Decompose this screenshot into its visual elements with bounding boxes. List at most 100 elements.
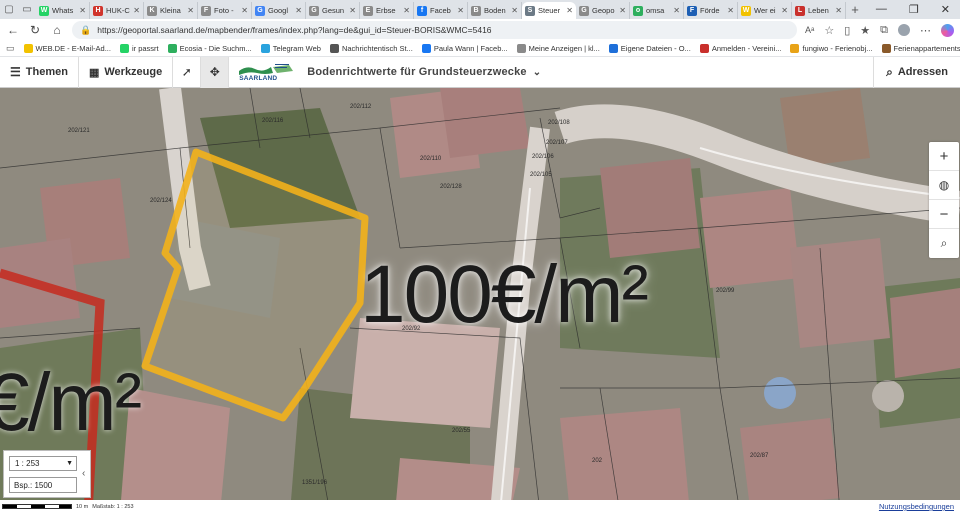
scale-input-placeholder: Bsp.: 1500 <box>14 480 53 490</box>
tab-close-icon[interactable]: ✕ <box>511 6 518 15</box>
workspaces-icon[interactable]: ▢ <box>0 0 18 19</box>
tab-title: Whats <box>52 6 74 15</box>
lock-icon: 🔒 <box>80 24 92 35</box>
close-window-icon[interactable]: ✕ <box>941 3 950 16</box>
bookmark-favicon-icon <box>167 44 177 53</box>
locate-button[interactable]: ◍ <box>929 171 959 200</box>
bookmark-favicon-icon <box>329 44 339 53</box>
bookmark-label: WEB.DE - E-Mail-Ad... <box>35 44 111 53</box>
browser-tab[interactable]: F Foto - ✕ <box>198 2 252 19</box>
tab-favicon-icon: B <box>471 5 481 16</box>
tab-close-icon[interactable]: ✕ <box>187 6 194 15</box>
browser-tab[interactable]: H HUK-C ✕ <box>90 2 144 19</box>
scale-input[interactable]: Bsp.: 1500 <box>9 477 77 493</box>
browser-tab[interactable]: E Erbse ✕ <box>360 2 414 19</box>
browser-tab[interactable]: F Förde ✕ <box>684 2 738 19</box>
restore-icon[interactable]: ❐ <box>909 3 919 16</box>
browser-tab[interactable]: f Faceb ✕ <box>414 2 468 19</box>
bookmark-label: fungiwo - Ferienobj... <box>802 44 873 53</box>
tab-title: Foto - <box>214 6 234 15</box>
tab-favicon-icon: F <box>687 5 697 16</box>
plot-number-label: 202/99 <box>716 288 735 294</box>
bookmark-item[interactable]: Paula Wann | Faceb... <box>421 44 508 53</box>
tab-close-icon[interactable]: ✕ <box>781 6 788 15</box>
bookmark-item[interactable]: Anmelden - Vereini... <box>699 44 781 53</box>
bookmark-item[interactable]: ir passrt <box>119 44 159 53</box>
browser-tab[interactable]: S Steuer ✕ <box>522 2 576 19</box>
tab-title: Erbse <box>376 6 396 15</box>
app-toolbar: ☰ Themen ▦ Werkzeuge ➚ ✥ SAARLAND Bodenr… <box>0 56 960 88</box>
new-tab-button[interactable]: + <box>846 0 864 19</box>
scale-select[interactable]: 1 : 253 ▼ <box>9 456 77 471</box>
bookmark-label: ir passrt <box>131 44 159 53</box>
tab-close-icon[interactable]: ✕ <box>133 6 140 15</box>
plot-number-label: 202 <box>592 458 603 464</box>
zoom-in-button[interactable]: + <box>929 142 959 171</box>
tab-close-icon[interactable]: ✕ <box>566 6 573 15</box>
tab-close-icon[interactable]: ✕ <box>79 6 86 15</box>
bookmark-item[interactable]: Telegram Web <box>260 44 321 53</box>
browser-tab[interactable]: K Kleina ✕ <box>144 2 198 19</box>
collapse-panel-icon[interactable]: ‹ <box>82 468 85 479</box>
bookmark-item[interactable]: Eigene Dateien - O... <box>608 44 691 53</box>
tab-close-icon[interactable]: ✕ <box>349 6 356 15</box>
browser-tab[interactable]: G Googl ✕ <box>252 2 306 19</box>
bookmark-label: Eigene Dateien - O... <box>620 44 691 53</box>
collections-icon[interactable]: ⧉ <box>880 24 888 37</box>
plot-number-label: 202/116 <box>262 118 284 124</box>
profile-icon[interactable] <box>898 24 910 36</box>
select-pointer-button[interactable]: ➚ <box>173 56 202 88</box>
url-field[interactable]: 🔒 https://geoportal.saarland.de/mapbende… <box>72 21 797 39</box>
themes-button[interactable]: ☰ Themen <box>0 56 79 88</box>
plot-number-label: 202/110 <box>420 156 442 162</box>
browser-tab[interactable]: W Whats ✕ <box>36 2 90 19</box>
pan-button[interactable]: ✥ <box>201 56 230 88</box>
address-search-button[interactable]: ⌕ Adressen <box>873 56 960 88</box>
browser-tab[interactable]: o omsa ✕ <box>630 2 684 19</box>
browser-tab[interactable]: G Gesun ✕ <box>306 2 360 19</box>
browser-tab[interactable]: L Leben ✕ <box>792 2 846 19</box>
bookmark-item[interactable]: Ecosia - Die Suchm... <box>167 44 252 53</box>
browser-tab[interactable]: B Boden ✕ <box>468 2 522 19</box>
search-icon: ⌕ <box>886 64 893 79</box>
settings-more-icon[interactable]: ⋯ <box>920 24 931 37</box>
favorites-bar-icon[interactable]: ★ <box>860 24 870 37</box>
tab-close-icon[interactable]: ✕ <box>403 6 410 15</box>
bookmark-item[interactable]: fungiwo - Ferienobj... <box>790 44 873 53</box>
tools-button[interactable]: ▦ Werkzeuge <box>79 56 174 88</box>
browser-tab[interactable]: W Wer ei ✕ <box>738 2 792 19</box>
minimize-icon[interactable]: — <box>876 3 887 16</box>
split-screen-icon[interactable]: ▯ <box>844 24 850 37</box>
favorite-icon[interactable]: ☆ <box>824 24 834 37</box>
tab-close-icon[interactable]: ✕ <box>619 6 626 15</box>
bookmark-item[interactable]: Meine Anzeigen | kl... <box>516 44 600 53</box>
land-value-label: 100€/m² <box>360 249 649 340</box>
tab-close-icon[interactable]: ✕ <box>673 6 680 15</box>
zoom-box-button[interactable]: ⌕ <box>929 229 959 258</box>
back-icon[interactable]: ← <box>6 23 20 37</box>
zoom-out-button[interactable]: − <box>929 200 959 229</box>
tab-favicon-icon: L <box>795 5 805 16</box>
bookmark-folder-icon[interactable]: ▭ <box>6 43 15 54</box>
read-aloud-icon[interactable]: Aᵃ <box>805 25 814 35</box>
tab-close-icon[interactable]: ✕ <box>835 6 842 15</box>
terms-link[interactable]: Nutzungsbedingungen <box>879 502 954 511</box>
tab-close-icon[interactable]: ✕ <box>457 6 464 15</box>
tab-close-icon[interactable]: ✕ <box>295 6 302 15</box>
home-icon[interactable]: ⌂ <box>50 23 64 37</box>
tab-close-icon[interactable]: ✕ <box>241 6 248 15</box>
bookmark-item[interactable]: WEB.DE - E-Mail-Ad... <box>23 44 111 53</box>
bookmark-favicon-icon <box>790 44 800 53</box>
app-title-dropdown[interactable]: Bodenrichtwerte für Grundsteuerzwecke ⌄ <box>307 66 541 78</box>
globe-icon: ◍ <box>938 178 950 192</box>
map-view[interactable]: 202/121 202/116 202/112 202/110 202/128 202/1… <box>0 88 960 513</box>
reload-icon[interactable]: ↻ <box>28 23 42 37</box>
tab-title: Kleina <box>160 6 181 15</box>
tab-close-icon[interactable]: ✕ <box>727 6 734 15</box>
bookmark-item[interactable]: Ferienappartements... <box>881 44 960 53</box>
bookmark-item[interactable]: Nachrichtentisch St... <box>329 44 413 53</box>
copilot-icon[interactable] <box>941 23 954 37</box>
tab-actions-icon[interactable]: ▭ <box>18 0 36 19</box>
saarland-logo[interactable]: SAARLAND <box>237 61 295 83</box>
browser-tab[interactable]: G Geopo ✕ <box>576 2 630 19</box>
